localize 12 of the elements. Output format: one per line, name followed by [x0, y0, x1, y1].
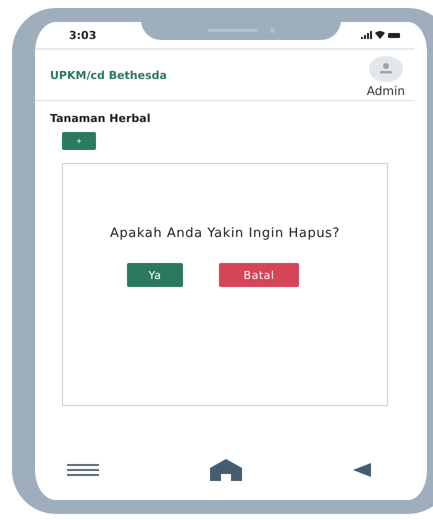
back-icon[interactable] — [353, 463, 371, 477]
cancel-button[interactable]: Batal — [219, 263, 299, 287]
section-title: Tanaman Herbal — [50, 112, 150, 125]
home-icon[interactable] — [210, 459, 242, 481]
status-time: 3:03 — [69, 28, 96, 42]
dialog-message: Apakah Anda Yakin Ingin Hapus? — [110, 226, 340, 241]
menu-icon[interactable] — [67, 463, 99, 477]
add-button[interactable]: + — [62, 132, 96, 150]
app-title: UPKM/cd Bethesda — [50, 68, 167, 82]
status-icons — [361, 30, 401, 40]
user-name: Admin — [366, 84, 405, 98]
confirm-button[interactable]: Ya — [127, 263, 183, 287]
